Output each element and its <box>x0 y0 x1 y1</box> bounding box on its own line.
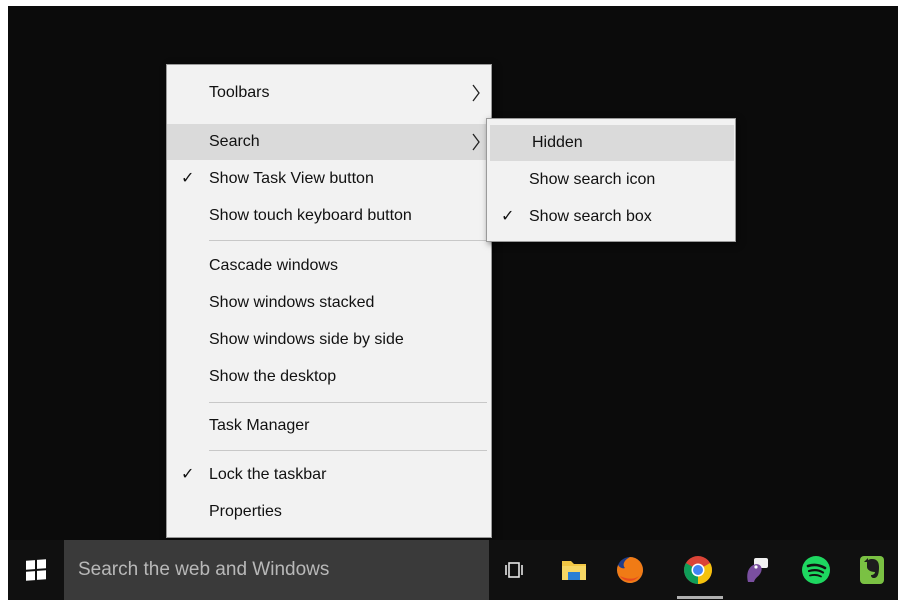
windows-start-icon <box>26 559 46 581</box>
start-button[interactable] <box>8 540 64 600</box>
submenu-arrow-icon <box>471 124 481 160</box>
submenu-item-hidden[interactable]: Hidden <box>490 125 734 161</box>
menu-item-task-manager[interactable]: Task Manager <box>167 408 491 444</box>
menu-item-label: Show search icon <box>529 171 656 188</box>
taskbar: Search the web and Windows <box>8 540 898 600</box>
spotify-icon[interactable] <box>798 552 834 588</box>
menu-item-label: Properties <box>209 503 282 520</box>
menu-item-label: Lock the taskbar <box>209 466 327 483</box>
file-explorer-icon[interactable] <box>556 552 592 588</box>
menu-item-label: Hidden <box>532 134 583 151</box>
checkmark-icon: ✓ <box>181 466 195 483</box>
search-submenu: Hidden Show search icon ✓ Show search bo… <box>486 118 736 242</box>
submenu-item-show-search-icon[interactable]: Show search icon <box>487 162 735 198</box>
menu-item-show-touch-keyboard-button[interactable]: Show touch keyboard button <box>167 198 491 234</box>
menu-item-label: Cascade windows <box>209 257 338 274</box>
menu-item-show-windows-stacked[interactable]: Show windows stacked <box>167 285 491 321</box>
menu-item-label: Task Manager <box>209 417 310 434</box>
menu-item-show-windows-side-by-side[interactable]: Show windows side by side <box>167 322 491 358</box>
menu-item-toolbars[interactable]: Toolbars <box>167 75 491 111</box>
menu-item-label: Search <box>209 133 260 150</box>
submenu-item-show-search-box[interactable]: ✓ Show search box <box>487 199 735 235</box>
menu-item-label: Show windows side by side <box>209 331 404 348</box>
menu-item-properties[interactable]: Properties <box>167 494 491 530</box>
chrome-icon[interactable] <box>680 552 716 588</box>
search-placeholder: Search the web and Windows <box>78 559 330 580</box>
task-view-icon[interactable] <box>496 552 532 588</box>
pidgin-icon[interactable] <box>738 552 774 588</box>
active-window-indicator <box>677 596 723 599</box>
menu-item-show-task-view-button[interactable]: ✓ Show Task View button <box>167 161 491 197</box>
menu-separator <box>209 402 487 403</box>
menu-item-label: Show windows stacked <box>209 294 375 311</box>
firefox-icon[interactable] <box>612 552 648 588</box>
menu-item-cascade-windows[interactable]: Cascade windows <box>167 248 491 284</box>
menu-item-label: Show the desktop <box>209 368 337 385</box>
menu-item-label: Show search box <box>529 208 652 225</box>
checkmark-icon: ✓ <box>501 208 515 225</box>
menu-item-search[interactable]: Search <box>167 124 491 160</box>
menu-item-lock-the-taskbar[interactable]: ✓ Lock the taskbar <box>167 457 491 493</box>
submenu-arrow-icon <box>471 75 481 111</box>
search-input[interactable]: Search the web and Windows <box>64 540 489 600</box>
taskbar-context-menu: Toolbars Search ✓ Show Task View button … <box>166 64 492 538</box>
menu-separator <box>209 450 487 451</box>
evernote-icon[interactable] <box>854 552 890 588</box>
menu-separator <box>209 240 487 241</box>
menu-item-label: Show Task View button <box>209 170 374 187</box>
menu-item-show-the-desktop[interactable]: Show the desktop <box>167 359 491 395</box>
menu-item-label: Show touch keyboard button <box>209 207 412 224</box>
menu-item-label: Toolbars <box>209 84 270 101</box>
checkmark-icon: ✓ <box>181 170 195 187</box>
